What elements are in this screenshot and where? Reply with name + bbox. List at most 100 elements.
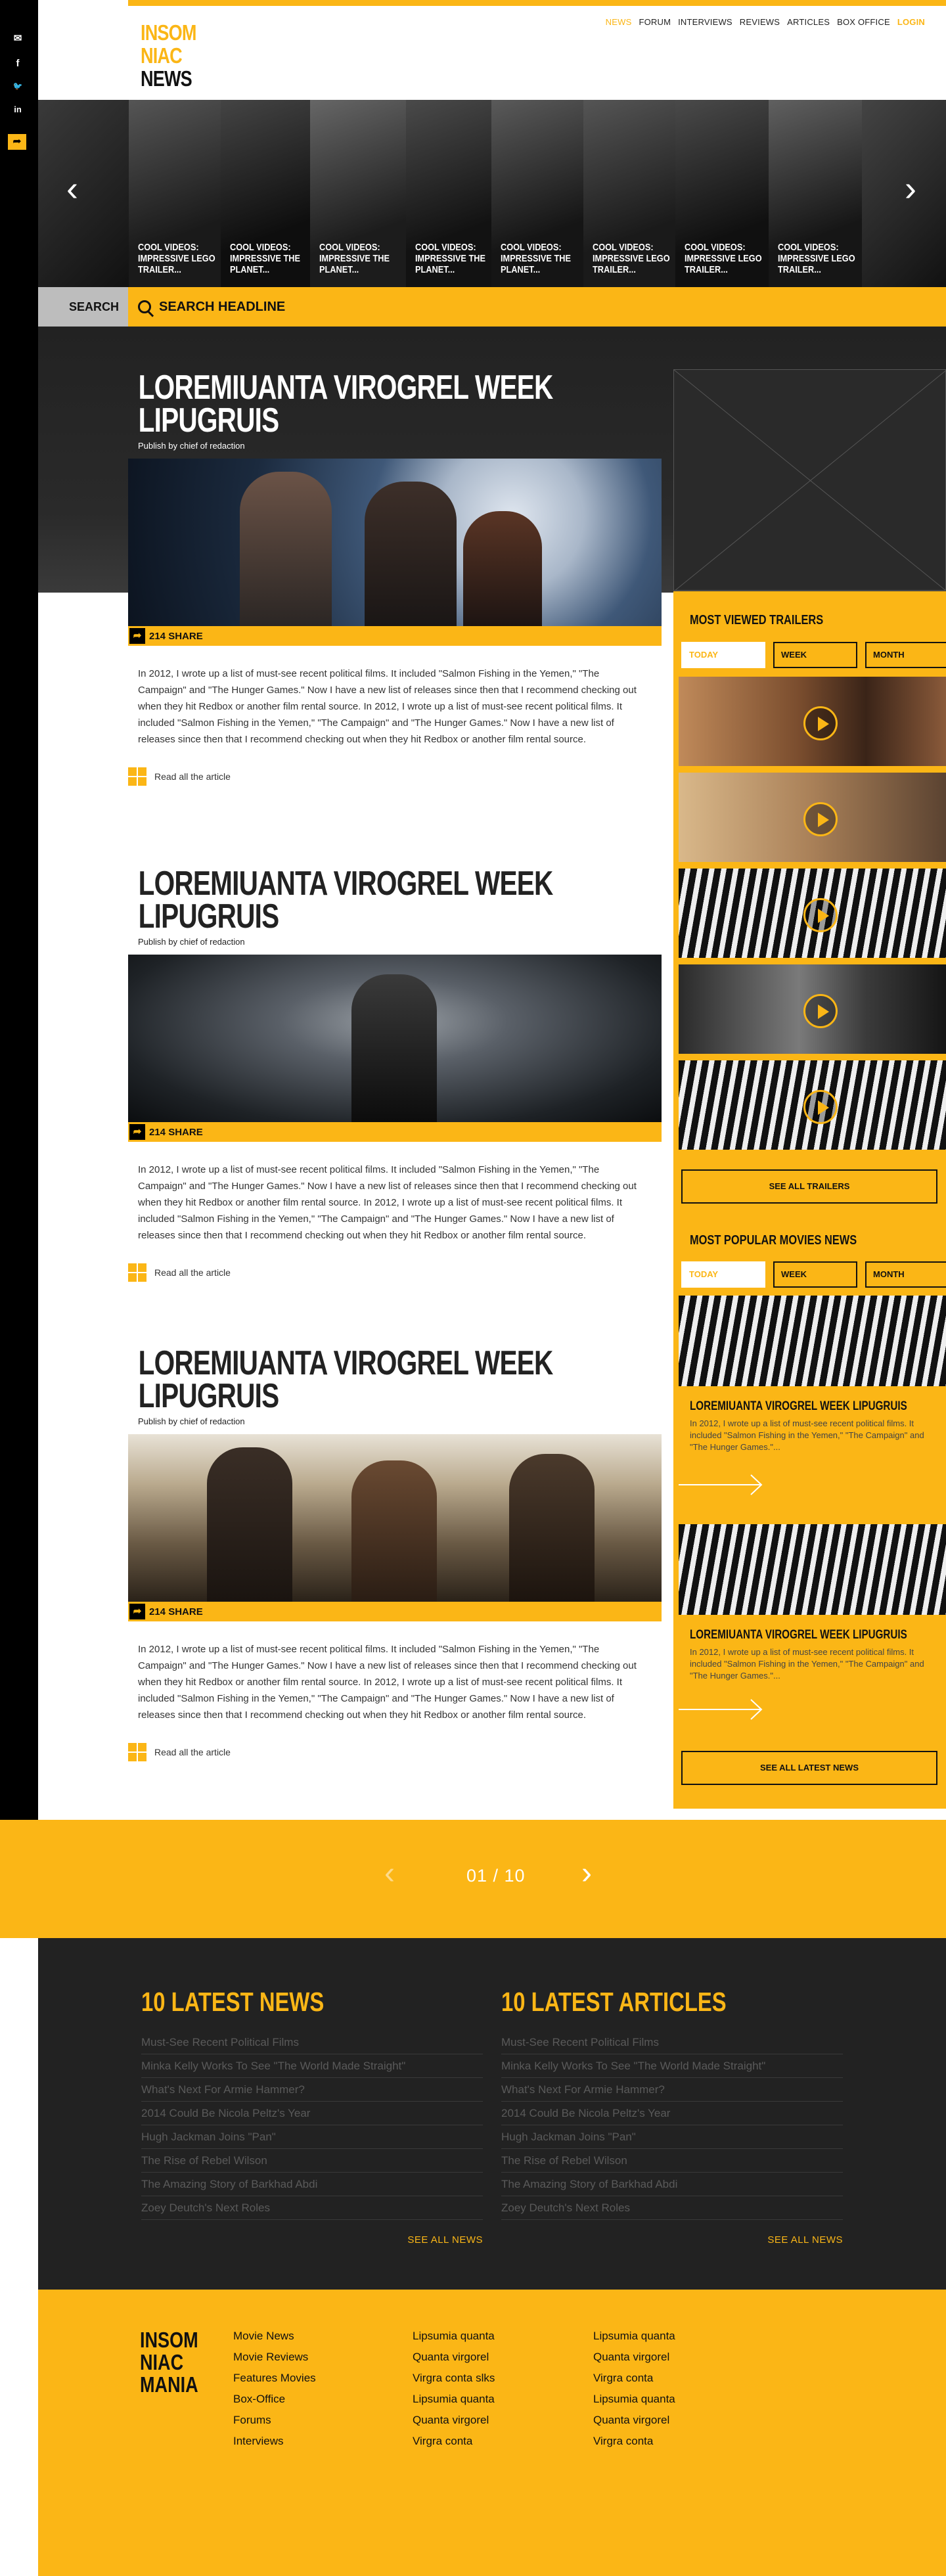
see-all-trailers-button[interactable]: SEE ALL TRAILERS	[681, 1169, 937, 1204]
tab-week[interactable]: WEEK	[773, 642, 857, 668]
nav-box-office[interactable]: BOX OFFICE	[837, 17, 890, 27]
play-icon[interactable]	[803, 802, 838, 836]
tab-today[interactable]: TODAY	[681, 642, 765, 668]
footer-link[interactable]: Forums	[233, 2410, 316, 2431]
tab-month[interactable]: MONTH	[865, 642, 946, 668]
arrow-right-icon[interactable]	[679, 1472, 771, 1498]
article-image[interactable]	[128, 459, 662, 626]
popular-news-item[interactable]: LOREMIUANTA VIROGREL WEEK LIPUGRUIS In 2…	[679, 1524, 946, 1720]
latest-news-item[interactable]: Must-See Recent Political Films	[141, 2031, 483, 2054]
footer-link[interactable]: Quanta virgorel	[593, 2410, 675, 2431]
footer-link[interactable]: Virgra conta	[593, 2431, 675, 2452]
latest-article-item[interactable]: The Rise of Rebel Wilson	[501, 2149, 843, 2173]
trailer-thumb[interactable]	[679, 1060, 946, 1150]
carousel-slide[interactable]: COOL VIDEOS: IMPRESSIVE THE PLANET...	[310, 100, 406, 287]
article-title[interactable]: LOREMIUANTA VIROGREL WEEK LIPUGRUIS	[128, 867, 589, 934]
popular-news-image[interactable]	[679, 1524, 946, 1615]
read-more-link[interactable]: Read all the article	[128, 1263, 662, 1282]
search-button[interactable]: SEARCH	[38, 287, 128, 327]
mail-icon[interactable]: ✉	[9, 32, 26, 46]
latest-news-item[interactable]: Minka Kelly Works To See "The World Made…	[141, 2054, 483, 2078]
article-title[interactable]: LOREMIUANTA VIROGREL WEEK LIPUGRUIS	[128, 371, 589, 438]
search-input[interactable]: SEARCH HEADLINE	[138, 287, 285, 327]
play-icon[interactable]	[803, 1090, 838, 1124]
login-link[interactable]: LOGIN	[897, 17, 925, 27]
share-bar[interactable]: ➦ 214 SHARE	[128, 626, 662, 646]
carousel-prev-arrow[interactable]: ‹	[59, 166, 85, 212]
latest-article-item[interactable]: Minka Kelly Works To See "The World Made…	[501, 2054, 843, 2078]
share-bar[interactable]: ➦ 214 SHARE	[128, 1122, 662, 1142]
footer-link[interactable]: Movie Reviews	[233, 2347, 316, 2368]
pager-prev-arrow[interactable]: ‹	[384, 1858, 395, 1889]
footer-link[interactable]: Box-Office	[233, 2389, 316, 2410]
carousel-next-arrow[interactable]: ›	[897, 166, 924, 212]
footer-link[interactable]: Lipsumia quanta	[593, 2389, 675, 2410]
footer-link[interactable]: Virgra conta	[593, 2368, 675, 2389]
nav-news[interactable]: NEWS	[606, 17, 632, 27]
carousel-slide[interactable]: COOL VIDEOS: IMPRESSIVE LEGO TRAILER...	[129, 100, 221, 287]
share-bar[interactable]: ➦ 214 SHARE	[128, 1602, 662, 1621]
trailer-thumb[interactable]	[679, 964, 946, 1054]
footer-link[interactable]: Movie News	[233, 2326, 316, 2347]
tab-today[interactable]: TODAY	[681, 1261, 765, 1288]
twitter-icon[interactable]: 🐦	[9, 79, 26, 93]
latest-article-item[interactable]: What's Next For Armie Hammer?	[501, 2078, 843, 2102]
latest-news-item[interactable]: Hugh Jackman Joins "Pan"	[141, 2125, 483, 2149]
see-all-articles-link[interactable]: SEE ALL NEWS	[501, 2234, 843, 2246]
latest-article-item[interactable]: Hugh Jackman Joins "Pan"	[501, 2125, 843, 2149]
play-icon[interactable]	[803, 898, 838, 932]
footer-link[interactable]: Quanta virgorel	[413, 2410, 495, 2431]
tab-month[interactable]: MONTH	[865, 1261, 946, 1288]
footer-link[interactable]: Virgra conta slks	[413, 2368, 495, 2389]
latest-news-item[interactable]: 2014 Could Be Nicola Peltz's Year	[141, 2102, 483, 2125]
latest-article-item[interactable]: Zoey Deutch's Next Roles	[501, 2196, 843, 2220]
latest-news-item[interactable]: Zoey Deutch's Next Roles	[141, 2196, 483, 2220]
popular-news-title[interactable]: LOREMIUANTA VIROGREL WEEK LIPUGRUIS	[690, 1628, 907, 1642]
article-image[interactable]	[128, 955, 662, 1122]
popular-news-title[interactable]: LOREMIUANTA VIROGREL WEEK LIPUGRUIS	[690, 1399, 907, 1414]
share-icon[interactable]: ➦	[8, 134, 26, 150]
footer-link[interactable]: Interviews	[233, 2431, 316, 2452]
nav-reviews[interactable]: REVIEWS	[740, 17, 780, 27]
pager-next-arrow[interactable]: ›	[581, 1858, 592, 1889]
trailer-thumb[interactable]	[679, 773, 946, 862]
arrow-right-icon[interactable]	[679, 1696, 771, 1723]
linkedin-icon[interactable]: in	[9, 102, 26, 117]
latest-news-item[interactable]: The Amazing Story of Barkhad Abdi	[141, 2173, 483, 2196]
footer-logo[interactable]: INSOM NIAC MANIA	[140, 2329, 198, 2396]
popular-news-item[interactable]: LOREMIUANTA VIROGREL WEEK LIPUGRUIS In 2…	[679, 1296, 946, 1495]
carousel-slide[interactable]: COOL VIDEOS: IMPRESSIVE THE PLANET...	[491, 100, 583, 287]
carousel-slide[interactable]: COOL VIDEOS: IMPRESSIVE LEGO TRAILER...	[769, 100, 862, 287]
tab-week[interactable]: WEEK	[773, 1261, 857, 1288]
see-all-news-link[interactable]: SEE ALL NEWS	[141, 2234, 483, 2246]
popular-news-image[interactable]	[679, 1296, 946, 1386]
latest-article-item[interactable]: 2014 Could Be Nicola Peltz's Year	[501, 2102, 843, 2125]
trailer-thumb[interactable]	[679, 677, 946, 766]
article-title[interactable]: LOREMIUANTA VIROGREL WEEK LIPUGRUIS	[128, 1346, 589, 1413]
latest-article-item[interactable]: The Amazing Story of Barkhad Abdi	[501, 2173, 843, 2196]
footer-link[interactable]: Virgra conta	[413, 2431, 495, 2452]
latest-news-item[interactable]: The Rise of Rebel Wilson	[141, 2149, 483, 2173]
footer-link[interactable]: Features Movies	[233, 2368, 316, 2389]
footer-link[interactable]: Lipsumia quanta	[593, 2326, 675, 2347]
footer-link[interactable]: Lipsumia quanta	[413, 2389, 495, 2410]
nav-interviews[interactable]: INTERVIEWS	[678, 17, 732, 27]
carousel-slide[interactable]: COOL VIDEOS: IMPRESSIVE LEGO TRAILER...	[675, 100, 769, 287]
footer-link[interactable]: Quanta virgorel	[413, 2347, 495, 2368]
play-icon[interactable]	[803, 706, 838, 740]
nav-articles[interactable]: ARTICLES	[787, 17, 830, 27]
latest-news-item[interactable]: What's Next For Armie Hammer?	[141, 2078, 483, 2102]
carousel-slide[interactable]: COOL VIDEOS: IMPRESSIVE THE PLANET...	[406, 100, 491, 287]
play-icon[interactable]	[803, 994, 838, 1028]
trailer-thumb[interactable]	[679, 869, 946, 958]
carousel-slide[interactable]: COOL VIDEOS: IMPRESSIVE THE PLANET...	[221, 100, 310, 287]
read-more-link[interactable]: Read all the article	[128, 767, 662, 786]
footer-link[interactable]: Quanta virgorel	[593, 2347, 675, 2368]
nav-forum[interactable]: FORUM	[639, 17, 671, 27]
carousel-slide[interactable]: COOL VIDEOS: IMPRESSIVE LEGO TRAILER...	[583, 100, 675, 287]
facebook-icon[interactable]: f	[9, 56, 26, 71]
read-more-link[interactable]: Read all the article	[128, 1743, 662, 1761]
site-logo[interactable]: INSOM NIAC NEWS	[141, 21, 196, 90]
footer-link[interactable]: Lipsumia quanta	[413, 2326, 495, 2347]
latest-article-item[interactable]: Must-See Recent Political Films	[501, 2031, 843, 2054]
